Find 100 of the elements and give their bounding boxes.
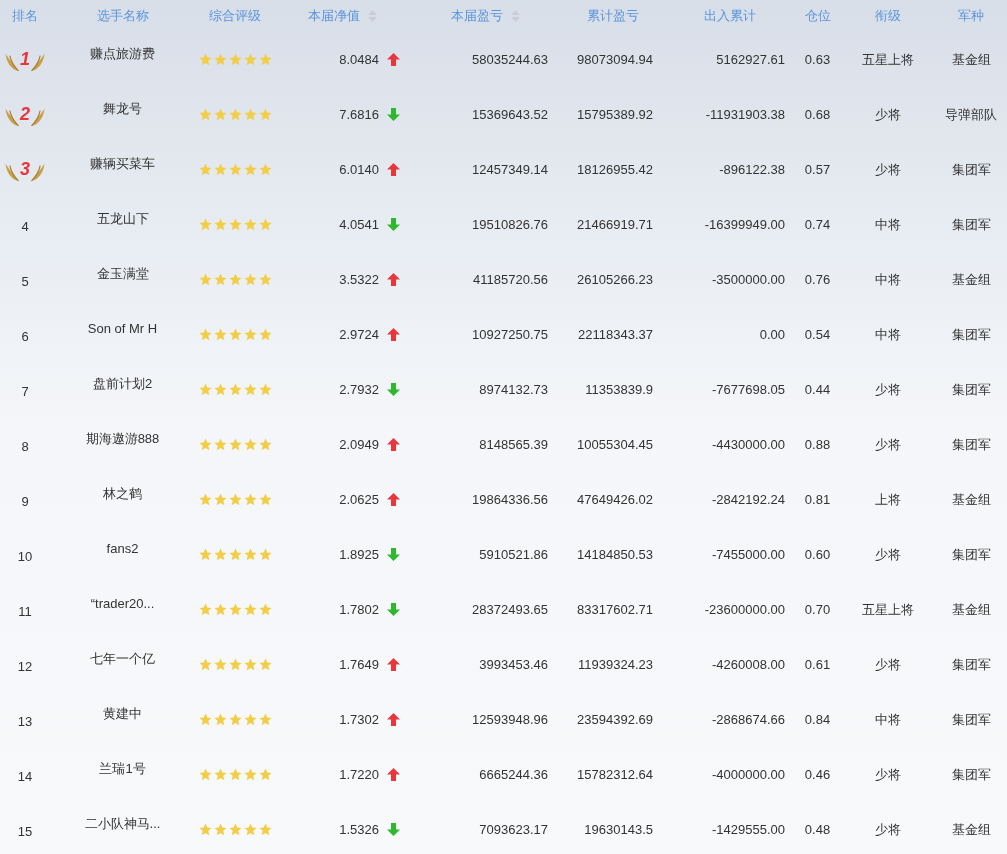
table-cell: 五星上将 [861, 600, 914, 619]
rank-number: 4 [21, 218, 29, 234]
star-icon [198, 328, 212, 341]
player-name[interactable]: fans2 [106, 541, 139, 568]
star-icon [258, 273, 272, 286]
star-icon [198, 548, 212, 561]
star-icon [258, 218, 272, 231]
player-name[interactable]: 兰瑞1号 [99, 759, 146, 790]
star-icon [228, 53, 242, 66]
rank-number: 12 [17, 658, 33, 674]
table-cell: 1.5326 [339, 822, 379, 837]
star-icon [243, 53, 257, 66]
table-cell: -2842192.24 [712, 492, 785, 507]
player-name[interactable]: 二小队神马... [84, 814, 161, 845]
table-cell: 0.54 [804, 327, 831, 342]
table-cell: 2.7932 [339, 382, 379, 397]
star-icon [258, 383, 272, 396]
table-cell: 0.60 [804, 547, 831, 562]
table-cell: 23594392.69 [577, 712, 653, 727]
star-icon [243, 823, 257, 836]
star-icon [213, 548, 227, 561]
table-cell: 少将 [874, 435, 901, 454]
table-cell: 集团军 [951, 710, 991, 729]
star-icon [213, 328, 227, 341]
table-cell: 0.00 [759, 327, 785, 342]
star-icon [258, 603, 272, 616]
star-icon [213, 163, 227, 176]
table-cell: 0.74 [804, 217, 831, 232]
star-icon [213, 438, 227, 451]
player-name[interactable]: 林之鹤 [103, 484, 142, 515]
star-icon [198, 163, 212, 176]
table-cell: 12457349.14 [472, 162, 548, 177]
star-icon [243, 163, 257, 176]
rank-number: 13 [17, 713, 33, 729]
table-cell: 10055304.45 [577, 437, 653, 452]
table-cell: 7093623.17 [479, 822, 548, 837]
table-cell: 2.9724 [339, 327, 379, 342]
table-cell: 0.84 [804, 712, 831, 727]
table-cell: -7455000.00 [712, 547, 785, 562]
table-cell: 0.63 [804, 52, 831, 67]
star-icon [258, 108, 272, 121]
table-cell: 0.88 [804, 437, 831, 452]
table-cell: 五星上将 [861, 50, 914, 69]
player-name[interactable]: Son of Mr H [87, 321, 158, 348]
star-icon [243, 713, 257, 726]
table-cell: 47649426.02 [577, 492, 653, 507]
rank-number: 2 [20, 104, 30, 125]
star-icon [243, 768, 257, 781]
player-name[interactable]: 舞龙号 [103, 99, 142, 130]
table-cell: 中将 [874, 215, 901, 234]
player-name[interactable]: 期海遨游888 [85, 429, 160, 460]
star-icon [198, 768, 212, 781]
table-cell: 少将 [874, 105, 901, 124]
star-icon [228, 658, 242, 671]
star-icon [228, 383, 242, 396]
star-icon [228, 713, 242, 726]
table-cell: -11931903.38 [705, 107, 785, 122]
player-name[interactable]: 黄建中 [103, 704, 142, 735]
table-cell: 19630143.5 [584, 822, 653, 837]
star-icon [198, 493, 212, 506]
table-cell: 3993453.46 [479, 657, 548, 672]
table-cell: 0.46 [804, 767, 831, 782]
table-cell: 3.5322 [339, 272, 379, 287]
table-cell: 83317602.71 [577, 602, 653, 617]
table-cell: 0.76 [804, 272, 831, 287]
table-cell: -1429555.00 [712, 822, 785, 837]
table-cell: -4430000.00 [712, 437, 785, 452]
table-cell: 6665244.36 [479, 767, 548, 782]
star-icon [213, 273, 227, 286]
star-icon [213, 603, 227, 616]
star-icon [243, 438, 257, 451]
table-cell: 15795389.92 [577, 107, 653, 122]
star-icon [243, 328, 257, 341]
player-name[interactable]: 赚点旅游费 [90, 44, 155, 75]
star-icon [258, 53, 272, 66]
star-icon [198, 273, 212, 286]
player-name[interactable]: 盘前计划2 [92, 374, 153, 405]
table-cell: 上将 [874, 490, 901, 509]
table-cell: 1.7802 [339, 602, 379, 617]
player-name[interactable]: 金玉满堂 [96, 264, 149, 295]
star-icon [258, 768, 272, 781]
table-cell: 少将 [874, 820, 901, 839]
rank-number: 11 [18, 603, 32, 619]
table-cell: 0.68 [804, 107, 831, 122]
table-cell: 少将 [874, 765, 901, 784]
table-cell: 0.57 [804, 162, 831, 177]
table-cell: 10927250.75 [472, 327, 548, 342]
star-icon [258, 493, 272, 506]
player-name[interactable]: “trader20... [90, 596, 155, 623]
star-icon [228, 548, 242, 561]
player-name[interactable]: 五龙山下 [96, 209, 149, 240]
star-icon [258, 823, 272, 836]
player-name[interactable]: 七年一个亿 [90, 649, 155, 680]
star-icon [198, 383, 212, 396]
star-icon [198, 823, 212, 836]
table-cell: -4260008.00 [712, 657, 785, 672]
table-cell: 8974132.73 [479, 382, 548, 397]
table-cell: 集团军 [951, 545, 991, 564]
table-cell: 0.48 [804, 822, 831, 837]
player-name[interactable]: 赚辆买菜车 [90, 154, 155, 185]
